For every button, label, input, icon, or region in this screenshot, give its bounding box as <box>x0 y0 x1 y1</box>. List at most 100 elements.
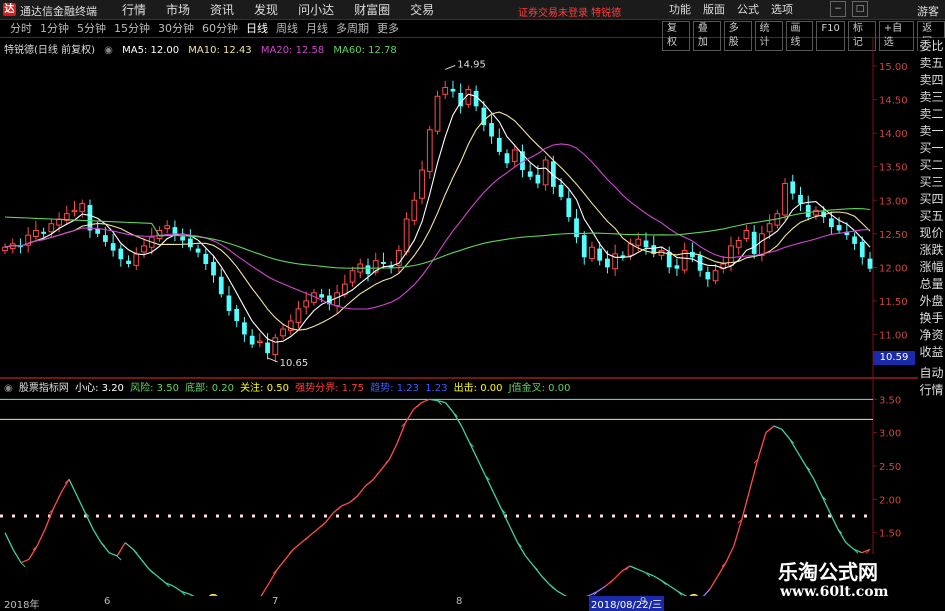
menu-formula[interactable]: 公式 <box>731 2 765 18</box>
sidebar-item-quotes[interactable]: 行情 <box>918 382 945 399</box>
menu-news[interactable]: 资讯 <box>200 2 244 18</box>
sidebar-item-change[interactable]: 涨跌 <box>918 242 945 259</box>
candle-down <box>234 308 240 322</box>
indicator-line-segment <box>613 570 623 580</box>
menu-layout[interactable]: 版面 <box>697 2 731 18</box>
sidebar-item-net-assets[interactable]: 净资 <box>918 327 945 344</box>
indicator-line-segment <box>324 512 334 524</box>
indicator-line-segment <box>525 555 535 567</box>
indicator-line-segment <box>132 548 142 560</box>
watermark-url: www.60lt.com <box>780 584 889 600</box>
indicator-line-segment <box>52 492 62 510</box>
candle-down <box>829 218 834 228</box>
indicator-line-segment <box>533 565 543 577</box>
sidebar-item-sell2[interactable]: 卖二 <box>918 106 945 123</box>
indicator-line-segment <box>140 558 150 570</box>
candle-down <box>381 261 386 264</box>
menu-function[interactable]: 功能 <box>663 2 697 18</box>
sidebar-item-buy5[interactable]: 买五 <box>918 208 945 225</box>
tab-5min[interactable]: 5分钟 <box>73 22 110 36</box>
candle-up <box>272 337 279 356</box>
candle-down <box>566 198 572 218</box>
sidebar-item-buy4[interactable]: 买四 <box>918 191 945 208</box>
tab-30min[interactable]: 30分钟 <box>154 22 198 36</box>
sidebar-item-price[interactable]: 现价 <box>918 225 945 242</box>
indicator-line-segment <box>661 580 671 587</box>
candle-down <box>504 153 510 164</box>
tab-60min[interactable]: 60分钟 <box>198 22 242 36</box>
sidebar-item-sell1[interactable]: 卖一 <box>918 123 945 140</box>
candle-up <box>303 300 310 308</box>
candle-down <box>574 218 579 238</box>
right-menu: 功能 版面 公式 选项 <box>663 2 799 18</box>
candle-down <box>365 265 371 275</box>
tab-1min[interactable]: 1分钟 <box>36 22 73 36</box>
sidebar-item-buy2[interactable]: 买二 <box>918 157 945 174</box>
tab-multi-period[interactable]: 多周期 <box>332 22 373 36</box>
sidebar-item-outer[interactable]: 外盘 <box>918 293 945 310</box>
indicator-line-segment <box>421 398 430 404</box>
candle-down <box>597 248 603 261</box>
sidebar-item-entrust-ratio[interactable]: 委比 <box>918 38 945 55</box>
sidebar-item-auto[interactable]: 自动 <box>918 365 945 382</box>
sidebar-item-buy3[interactable]: 买三 <box>918 174 945 191</box>
sidebar-item-volume[interactable]: 总量 <box>918 276 945 293</box>
candle-down <box>558 184 564 197</box>
period-tabs: 分时 1分钟 5分钟 15分钟 30分钟 60分钟 日线 周线 月线 多周期 更… <box>6 22 403 36</box>
menu-trade[interactable]: 交易 <box>400 2 444 18</box>
indicator-line-segment <box>60 478 70 494</box>
indicator-line-segment <box>492 492 503 510</box>
sidebar-item-sell4[interactable]: 卖四 <box>918 72 945 89</box>
guest-label[interactable]: 游客 <box>917 3 939 19</box>
menu-market[interactable]: 市场 <box>156 2 200 18</box>
menu-options[interactable]: 选项 <box>765 2 799 18</box>
tab-weekly[interactable]: 周线 <box>272 22 302 36</box>
minimize-icon[interactable]: − <box>830 1 846 17</box>
tab-monthly[interactable]: 月线 <box>302 22 332 36</box>
indicator-line-segment <box>637 568 646 574</box>
indicator-line-segment <box>20 558 30 564</box>
indicator-tick <box>116 555 122 561</box>
login-notice[interactable]: 证券交易未登录 特锐德 <box>518 4 621 19</box>
maximize-icon[interactable]: □ <box>852 1 868 17</box>
menu-quotes[interactable]: 行情 <box>112 2 156 18</box>
menu-discover[interactable]: 发现 <box>244 2 288 18</box>
indicator-line-segment <box>445 402 455 414</box>
low-marker <box>267 357 278 363</box>
indicator-line-segment <box>108 552 118 557</box>
tab-more[interactable]: 更多 <box>373 22 403 36</box>
candlestick-chart[interactable]: 15.00 14.50 14.00 13.50 13.00 12.50 12.00 11.50… <box>0 38 918 378</box>
menu-wealth[interactable]: 财富圈 <box>344 2 400 18</box>
indicator-line-segment <box>84 512 94 530</box>
candle-down <box>118 248 124 260</box>
candle-down <box>852 236 857 244</box>
sidebar-item-earnings[interactable]: 收益 <box>918 344 945 361</box>
candle-up <box>164 225 171 229</box>
candle-down <box>319 294 325 298</box>
indicator-y-label: 3.50 <box>879 395 901 406</box>
sidebar-item-turnover[interactable]: 换手 <box>918 310 945 327</box>
candle-down <box>249 335 255 345</box>
sidebar-item-sell3[interactable]: 卖三 <box>918 89 945 106</box>
candle-up <box>735 240 742 248</box>
candle-up <box>2 246 8 252</box>
candle-down <box>41 231 46 234</box>
tab-intraday[interactable]: 分时 <box>6 22 36 36</box>
candle-up <box>349 270 356 283</box>
indicator-line-segment <box>68 479 78 497</box>
sidebar-item-buy1[interactable]: 买一 <box>918 140 945 157</box>
sidebar-item-change-pct[interactable]: 涨幅 <box>918 259 945 276</box>
candle-down <box>195 248 201 253</box>
y-tick-label: 12.00 <box>879 263 908 274</box>
indicator-line-segment <box>476 459 487 477</box>
menu-ask[interactable]: 问小达 <box>288 2 344 18</box>
app-name: 通达信金融终端 <box>20 5 97 18</box>
candle-down <box>790 181 796 194</box>
tab-15min[interactable]: 15分钟 <box>110 22 154 36</box>
candle-up <box>256 340 263 344</box>
indicator-line-segment <box>757 432 767 460</box>
candle-down <box>798 194 803 204</box>
candle-down <box>751 231 757 254</box>
sidebar-item-sell5[interactable]: 卖五 <box>918 55 945 72</box>
tab-daily[interactable]: 日线 <box>242 22 272 36</box>
